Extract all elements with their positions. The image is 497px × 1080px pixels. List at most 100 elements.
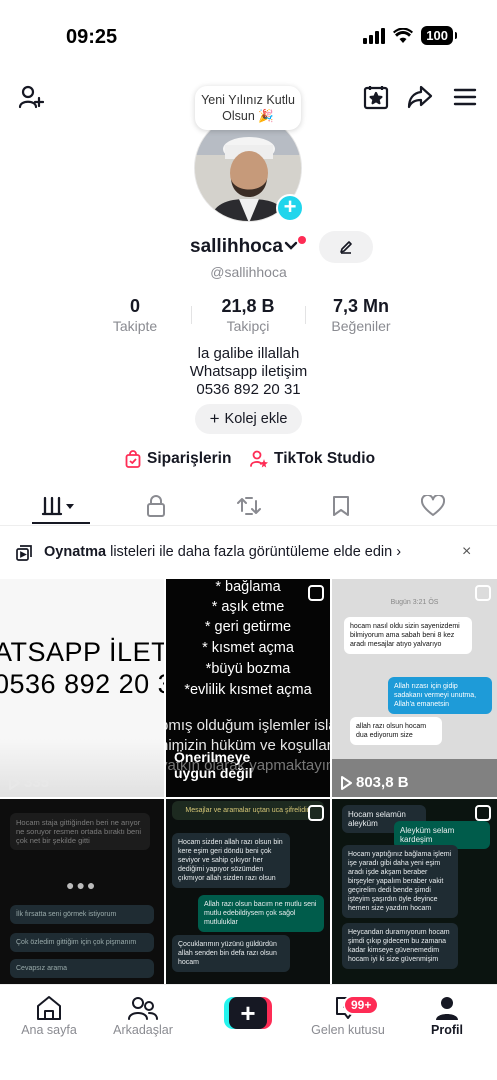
following-count: 0 (129, 296, 140, 316)
banner-rest: listeleri ile daha fazla görüntüleme eld… (106, 544, 393, 560)
wifi-icon (393, 27, 414, 43)
video-grid-icon (41, 496, 74, 516)
video-thumbnail[interactable]: * bağlama * aşık etme * geri getirme * k… (166, 579, 330, 797)
nav-profile[interactable]: Profil (399, 993, 495, 1037)
video-thumbnail[interactable]: Hocam selamün aleyküm Aleyküm selam kard… (332, 799, 497, 984)
stat-divider (191, 306, 192, 324)
inbox-badge: 99+ (343, 995, 380, 1015)
username[interactable]: sallihhoca (190, 236, 283, 258)
add-story-icon[interactable]: + (276, 194, 304, 222)
nav-home-label: Ana sayfa (21, 1023, 77, 1037)
thumbnail-text: *evlilik kısmet açma (184, 682, 312, 698)
thumbnail-text: * aşık etme (211, 599, 285, 615)
profile-note[interactable]: Yeni Yılınız Kutlu Olsun 🎉 (195, 86, 301, 130)
thumbnail-text: 0536 892 20 3 (0, 669, 164, 699)
stat-divider (305, 306, 306, 324)
nav-friends[interactable]: Arkadaşlar (95, 993, 191, 1037)
add-collection-label: Kolej ekle (224, 411, 288, 427)
following-label: Takipte (112, 318, 158, 334)
likes-stat[interactable]: 7,3 Mn Beğeniler (311, 296, 411, 334)
thumbnail-text: * geri getirme (204, 619, 292, 635)
chevron-down-icon[interactable] (284, 239, 298, 253)
tab-reposts[interactable] (224, 488, 274, 524)
thumbnail-text: pmış olduğum işlemler isla (166, 717, 330, 734)
chat-bubble: Çok özledim gittiğim için çok pişmanım (10, 933, 154, 952)
video-grid: ATSAPP İLETİ 0536 892 20 3 335 * bağlama… (0, 579, 497, 984)
status-bar: 09:25 100 (0, 0, 497, 60)
status-time: 09:25 (66, 26, 118, 48)
profile-avatar[interactable]: + (194, 114, 304, 224)
pencil-icon (340, 241, 352, 254)
play-icon (9, 775, 20, 790)
chat-bubble: Hocam yaptığınız bağlama işlemi işe yara… (342, 845, 458, 918)
warning-line: Önerilmeye (174, 749, 251, 765)
bio-line: 0536 892 20 31 (196, 381, 301, 398)
battery-icon: 100 (421, 26, 457, 45)
followers-stat[interactable]: 21,8 B Takipçi (198, 296, 298, 334)
playlist-banner[interactable]: Oynatma listeleri ile daha fazla görüntü… (0, 538, 497, 568)
banner-text: Oynatma listeleri ile daha fazla görüntü… (44, 544, 401, 560)
nav-friends-label: Arkadaşlar (113, 1023, 173, 1037)
tab-favorites[interactable] (316, 488, 366, 524)
followers-label: Takipçi (226, 318, 270, 334)
share-icon[interactable] (405, 82, 435, 112)
tab-videos[interactable] (36, 488, 86, 524)
chat-bubble: Hocam staja gittiğinden beri ne arıyor n… (10, 813, 150, 850)
calendar-star-icon[interactable] (361, 82, 391, 112)
create-button[interactable]: + (224, 997, 272, 1029)
video-thumbnail[interactable]: ATSAPP İLETİ 0536 892 20 3 335 (0, 579, 164, 797)
profile-bio: la galibe illallah Whatsapp iletişim 053… (0, 345, 497, 399)
chat-bubble: Cevapsız arama (10, 959, 154, 978)
friends-icon (128, 997, 158, 1020)
profile-handle: @sallihhoca (210, 264, 287, 280)
lock-icon (147, 495, 165, 517)
menu-icon[interactable] (450, 82, 480, 112)
following-stat[interactable]: 0 Takipte (85, 296, 185, 334)
shopping-bag-icon (125, 450, 141, 468)
profile-links: Siparişlerin TikTok Studio (0, 450, 497, 472)
multi-image-icon (475, 805, 491, 821)
profile-icon (436, 997, 458, 1020)
bottom-nav: Ana sayfa Arkadaşlar + Gelen kutusu 99+ … (0, 984, 497, 1080)
plus-icon: + (229, 997, 267, 1029)
content-warning: Önerilmeye uygun değil (174, 749, 253, 781)
video-thumbnail[interactable]: Bugün 3:21 ÖS hocam nasıl oldu sizin say… (332, 579, 497, 797)
chat-bubble: hocam nasıl oldu sizin sayenizdemi bilmi… (344, 617, 472, 654)
edit-profile-button[interactable] (319, 231, 373, 263)
chat-bubble: İlk fırsatta seni görmek istiyorum (10, 905, 154, 924)
multi-image-icon (308, 585, 324, 601)
signal-icon (363, 27, 386, 44)
followers-count: 21,8 B (221, 296, 275, 316)
heart-icon (421, 495, 445, 516)
ellipsis-icon: ●●● (66, 877, 98, 893)
multi-image-icon (308, 805, 324, 821)
username-row: sallihhoca (0, 231, 497, 264)
bio-line: Whatsapp iletişim (189, 363, 308, 380)
view-count-label: 803,8 B (356, 774, 409, 791)
video-thumbnail[interactable]: Hocam staja gittiğinden beri ne arıyor n… (0, 799, 164, 984)
nav-inbox-label: Gelen kutusu (311, 1023, 385, 1037)
chat-bubble: Hocam sizden allah razı olsun bin kere e… (172, 833, 290, 888)
orders-link[interactable]: Siparişlerin (125, 450, 231, 468)
view-count: 803,8 B (340, 774, 409, 791)
notification-dot (298, 236, 306, 244)
tab-liked[interactable] (408, 488, 458, 524)
tiktok-studio-link[interactable]: TikTok Studio (250, 450, 375, 468)
thumbnail-text: * kısmet açma (202, 640, 294, 656)
chat-bubble: Mesajlar ve aramalar uçtan uca şifrelidi… (172, 801, 324, 820)
close-icon[interactable]: × (462, 543, 471, 561)
chat-bubble: Heycandan duramıyorum hocam şimdi çıkıp … (342, 923, 458, 969)
nav-home[interactable]: Ana sayfa (1, 993, 97, 1037)
bio-line: la galibe illallah (197, 345, 300, 362)
banner-arrow: › (396, 544, 402, 560)
thumbnail-text: * bağlama (215, 579, 281, 595)
repost-icon (237, 497, 261, 515)
add-friend-icon[interactable] (16, 82, 46, 112)
orders-label: Siparişlerin (147, 450, 232, 467)
add-collection-button[interactable]: + Kolej ekle (195, 404, 302, 434)
thumbnail-text: ATSAPP İLETİ (0, 637, 164, 667)
video-thumbnail[interactable]: Mesajlar ve aramalar uçtan uca şifrelidi… (166, 799, 330, 984)
tab-private[interactable] (131, 488, 181, 524)
view-count: 335 (8, 774, 49, 791)
thumbnail-text: *büyü bozma (205, 661, 291, 677)
